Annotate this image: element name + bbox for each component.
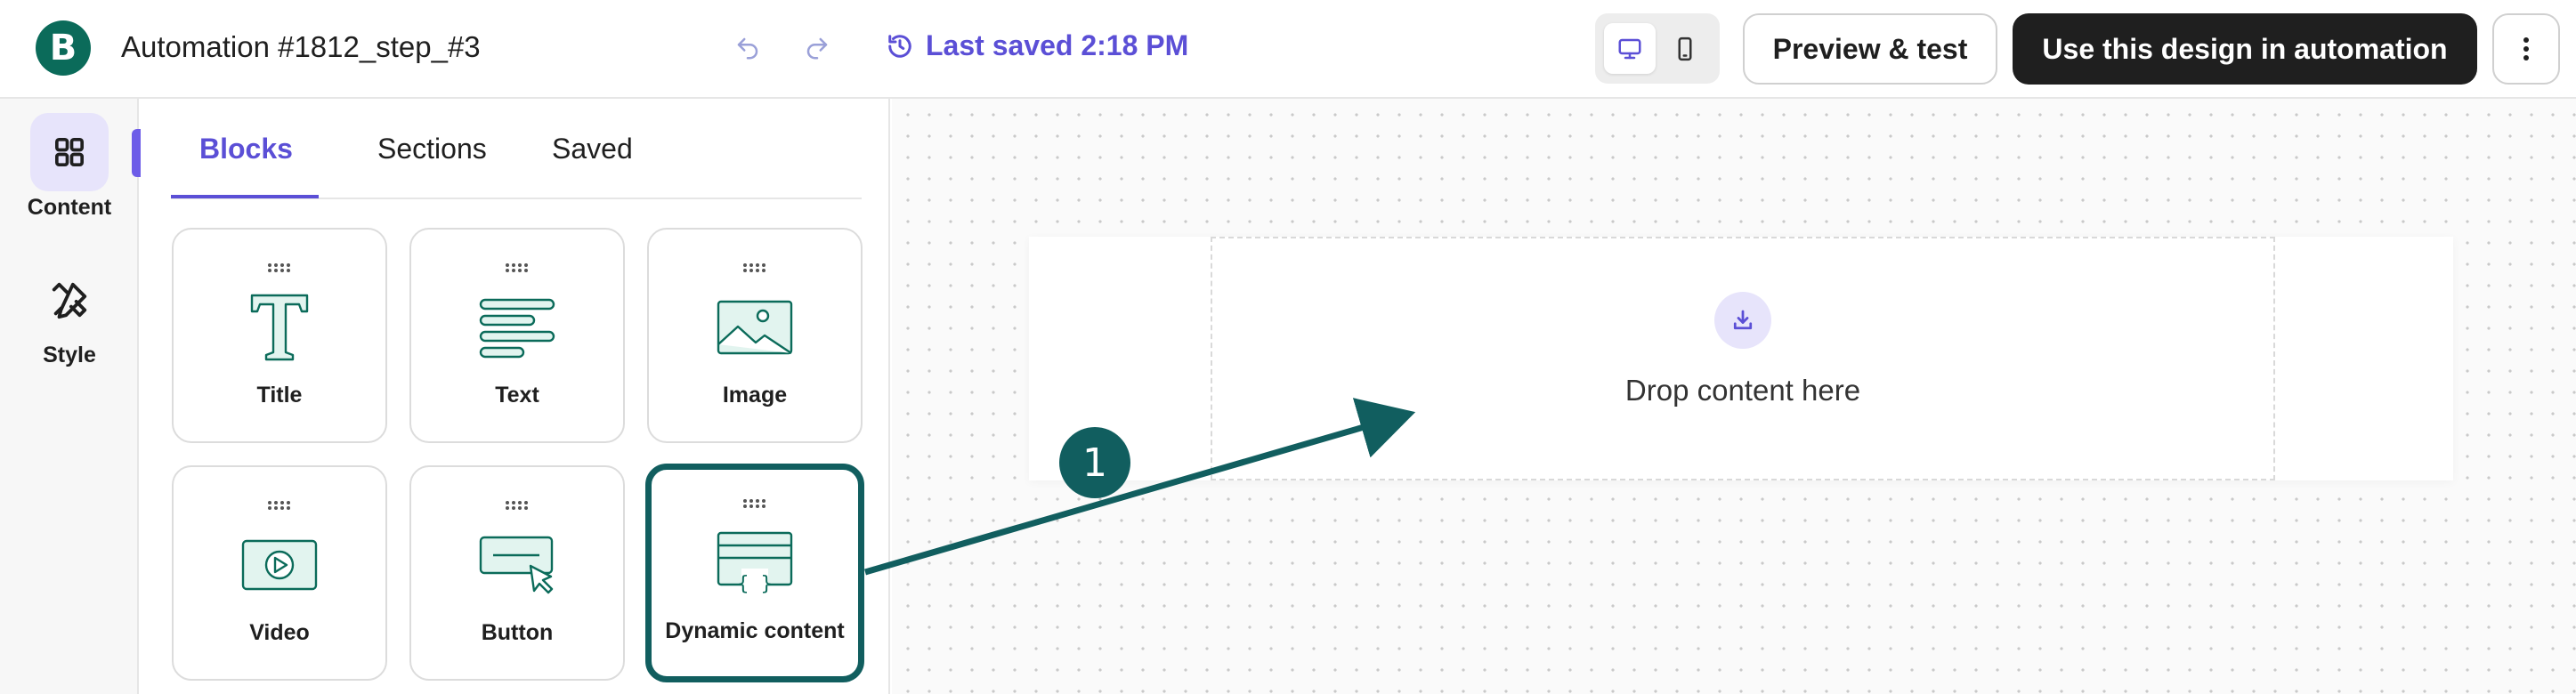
button-icon xyxy=(479,528,555,602)
mobile-view-button[interactable] xyxy=(1659,23,1711,74)
rail-item-content[interactable]: Content xyxy=(0,113,139,221)
image-icon xyxy=(717,290,793,365)
tab-sections[interactable]: Sections xyxy=(377,133,487,165)
panel-tabs: Blocks Sections Saved xyxy=(171,99,862,199)
step-number-badge: 1 xyxy=(1059,427,1130,498)
grid-icon xyxy=(30,113,109,191)
more-vertical-icon xyxy=(2523,37,2529,61)
save-status[interactable]: Last saved 2:18 PM xyxy=(887,29,1188,62)
rail-item-label: Style xyxy=(43,343,96,367)
block-label: Video xyxy=(249,620,310,645)
drag-handle-icon xyxy=(505,262,530,274)
tab-blocks[interactable]: Blocks xyxy=(199,133,293,165)
block-text[interactable]: Text xyxy=(409,228,625,443)
email-body: Drop content here xyxy=(1029,237,2453,480)
device-toggle xyxy=(1595,13,1720,84)
tab-active-underline xyxy=(171,195,319,198)
use-design-button[interactable]: Use this design in automation xyxy=(2013,13,2477,85)
block-label: Title xyxy=(256,383,303,408)
content-panel: Blocks Sections Saved Title Text Image V… xyxy=(141,99,890,694)
block-label: Dynamic content xyxy=(665,618,845,643)
drag-handle-icon xyxy=(267,262,292,274)
block-button[interactable]: Button xyxy=(409,465,625,681)
title-icon xyxy=(248,290,311,365)
desktop-view-button[interactable] xyxy=(1604,23,1656,74)
automation-title[interactable]: Automation #1812_step_#3 xyxy=(121,30,481,64)
history-icon xyxy=(888,34,911,58)
text-icon xyxy=(479,290,555,365)
email-canvas[interactable]: Drop content here xyxy=(892,99,2576,694)
block-label: Image xyxy=(722,383,788,408)
block-label: Text xyxy=(495,383,539,408)
mobile-icon xyxy=(1678,36,1692,61)
undo-icon[interactable] xyxy=(728,28,767,68)
block-video[interactable]: Video xyxy=(172,465,387,681)
brand-logo[interactable]: B xyxy=(36,20,91,76)
design-tools-icon xyxy=(30,261,109,339)
top-bar: B Automation #1812_step_#3 Last saved 2:… xyxy=(0,0,2576,99)
more-options-button[interactable] xyxy=(2492,13,2560,85)
preview-test-button[interactable]: Preview & test xyxy=(1743,13,1997,85)
drag-handle-icon xyxy=(742,262,767,274)
drop-zone-text: Drop content here xyxy=(1624,374,1861,407)
logo-letter: B xyxy=(49,28,77,69)
left-rail: Content Style xyxy=(0,99,141,694)
video-icon xyxy=(241,528,318,602)
drop-zone[interactable]: Drop content here xyxy=(1211,237,2275,480)
block-title[interactable]: Title xyxy=(172,228,387,443)
dynamic-content-icon: { } xyxy=(717,526,793,601)
tab-saved[interactable]: Saved xyxy=(552,133,633,165)
desktop-icon xyxy=(1618,38,1641,59)
drag-handle-icon xyxy=(505,499,530,512)
download-icon xyxy=(1714,292,1771,349)
block-label: Button xyxy=(481,620,554,645)
rail-item-label: Content xyxy=(27,195,112,220)
save-status-text: Last saved 2:18 PM xyxy=(926,29,1189,61)
block-dynamic-content[interactable]: { } Dynamic content xyxy=(645,464,864,682)
rail-item-style[interactable]: Style xyxy=(0,261,139,368)
block-image[interactable]: Image xyxy=(647,228,863,443)
drag-handle-icon xyxy=(742,497,767,510)
svg-text:{ }: { } xyxy=(737,573,773,595)
redo-icon[interactable] xyxy=(798,28,837,68)
drag-handle-icon xyxy=(267,499,292,512)
